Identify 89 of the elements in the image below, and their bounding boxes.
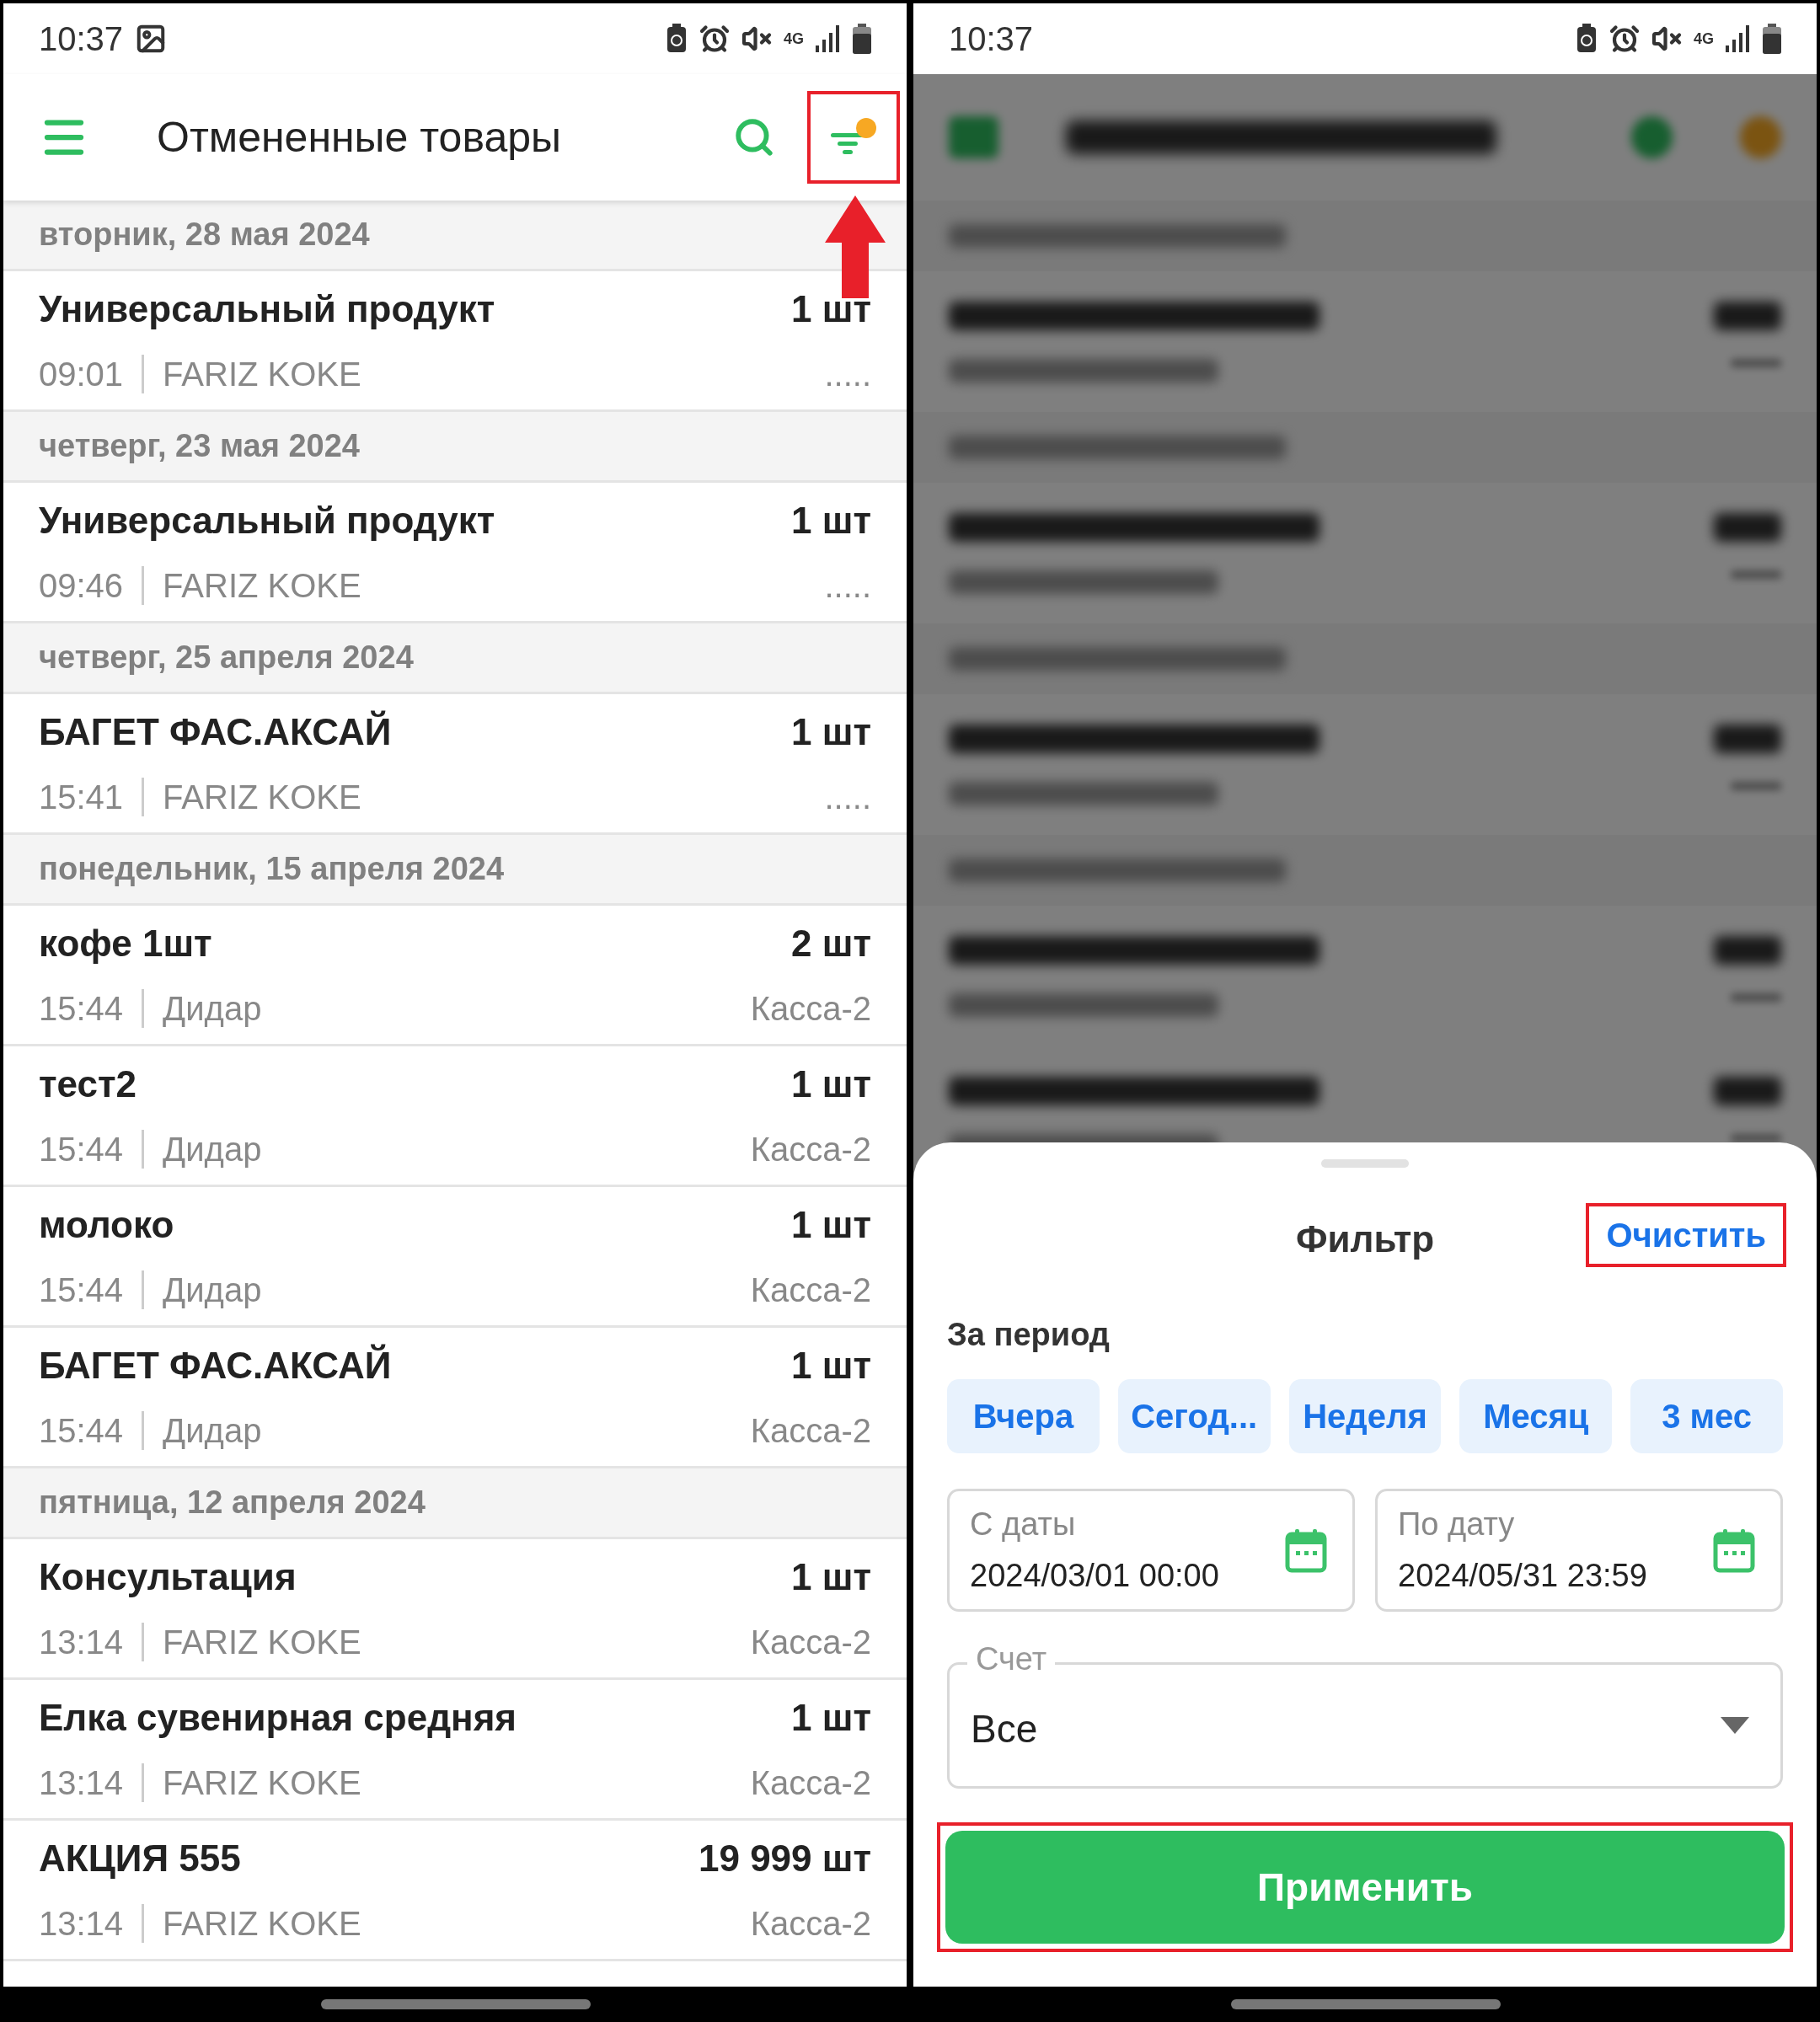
battery-icon <box>853 24 871 54</box>
field-value: 2024/05/31 23:59 <box>1398 1557 1648 1595</box>
calendar-icon <box>1285 1527 1327 1573</box>
product-name: Елка сувенирная средняя <box>39 1696 517 1740</box>
product-quantity: 1 шт <box>791 1344 871 1388</box>
cashier-name: Дидар <box>163 1130 262 1169</box>
product-quantity: 1 шт <box>791 1555 871 1599</box>
product-quantity: 1 шт <box>791 1203 871 1247</box>
cancel-time: 15:44 <box>39 1130 124 1169</box>
product-name: Универсальный продукт <box>39 287 495 331</box>
cashier-name: FARIZ KOKE <box>163 355 361 394</box>
cancel-time: 15:44 <box>39 989 124 1029</box>
date-header: пятница, 12 апреля 2024 <box>3 1468 907 1539</box>
period-chip[interactable]: Неделя <box>1288 1379 1442 1453</box>
field-value: 2024/03/01 00:00 <box>970 1557 1220 1595</box>
cashier-name: FARIZ KOKE <box>163 1623 361 1662</box>
product-name: тест2 <box>39 1062 136 1106</box>
signal-icon <box>816 25 841 52</box>
cancel-time: 15:44 <box>39 1270 124 1310</box>
calendar-icon <box>1713 1527 1755 1573</box>
product-quantity: 1 шт <box>791 1696 871 1740</box>
product-quantity: 1 шт <box>791 287 871 331</box>
battery-saver-icon <box>1576 24 1598 54</box>
cashier-name: FARIZ KOKE <box>163 778 361 817</box>
product-quantity: 1 шт <box>791 1062 871 1106</box>
product-name: БАГЕТ ФАС.АКСАЙ <box>39 709 392 754</box>
register-name: Касса-2 <box>750 1904 871 1944</box>
alarm-icon <box>699 24 730 54</box>
period-chip[interactable]: 3 мес <box>1630 1379 1783 1453</box>
network-type: 4G <box>784 31 804 46</box>
register-name: Касса-2 <box>750 1130 871 1169</box>
cancel-time: 15:41 <box>39 778 124 817</box>
dropdown-caret-icon <box>1721 1717 1749 1734</box>
cashier-name: FARIZ KOKE <box>163 566 361 606</box>
cancel-time: 13:14 <box>39 1623 124 1662</box>
status-time: 10:37 <box>39 19 124 59</box>
register-name: ..... <box>824 566 871 606</box>
product-name: Консультация <box>39 1555 297 1599</box>
product-quantity: 19 999 шт <box>698 1837 871 1880</box>
field-label: С даты <box>970 1506 1077 1543</box>
battery-icon <box>1763 24 1781 54</box>
register-name: ..... <box>824 355 871 394</box>
clear-button[interactable]: Очистить <box>1606 1210 1766 1260</box>
cashier-name: FARIZ KOKE <box>163 1904 361 1944</box>
register-name: Касса-2 <box>750 989 871 1029</box>
product-name: молоко <box>39 1203 174 1247</box>
product-name: Универсальный продукт <box>39 499 495 543</box>
period-chip[interactable]: Вчера <box>947 1379 1100 1453</box>
status-time: 10:37 <box>949 19 1034 59</box>
register-name: Касса-2 <box>750 1411 871 1451</box>
signal-icon <box>1726 25 1751 52</box>
product-quantity: 1 шт <box>791 499 871 543</box>
field-label: По дату <box>1398 1506 1516 1543</box>
network-type: 4G <box>1694 31 1714 46</box>
register-name: Касса-2 <box>750 1270 871 1310</box>
register-name: Касса-2 <box>750 1763 871 1803</box>
cancel-time: 09:01 <box>39 355 124 394</box>
cancel-time: 09:46 <box>39 566 124 606</box>
date-header: четверг, 25 апреля 2024 <box>3 623 907 694</box>
date-header: понедельник, 15 апреля 2024 <box>3 835 907 906</box>
product-name: АКЦИЯ 555 <box>39 1837 241 1880</box>
period-chip[interactable]: Сегод... <box>1117 1379 1271 1453</box>
date-header: четверг, 23 мая 2024 <box>3 412 907 483</box>
screen-title: Отмененные товары <box>157 112 561 163</box>
section-label: За период <box>947 1316 1111 1354</box>
arrow-icon <box>825 195 886 298</box>
cashier-name: Дидар <box>163 989 262 1029</box>
cashier-name: Дидар <box>163 1411 262 1451</box>
date-field[interactable]: По дату 2024/05/31 23:59 <box>1375 1489 1783 1612</box>
product-name: БАГЕТ ФАС.АКСАЙ <box>39 1343 392 1388</box>
cancel-time: 13:14 <box>39 1904 124 1944</box>
drag-handle[interactable] <box>1321 1159 1409 1168</box>
cashier-name: FARIZ KOKE <box>163 1763 361 1803</box>
product-quantity: 1 шт <box>791 710 871 754</box>
register-name: ..... <box>824 778 871 817</box>
select-value: Все <box>971 1705 1039 1752</box>
search-icon <box>733 116 775 158</box>
cancel-time: 13:14 <box>39 1763 124 1803</box>
cashier-name: Дидар <box>163 1270 262 1310</box>
battery-saver-icon <box>666 24 688 54</box>
register-name: Касса-2 <box>750 1623 871 1662</box>
product-name: кофе 1шт <box>39 922 212 966</box>
date-field[interactable]: С даты 2024/03/01 00:00 <box>947 1489 1355 1612</box>
date-header: вторник, 28 мая 2024 <box>3 201 907 271</box>
period-chip[interactable]: Месяц <box>1459 1379 1613 1453</box>
product-quantity: 2 шт <box>791 922 871 966</box>
cancel-time: 15:44 <box>39 1411 124 1451</box>
sheet-title: Фильтр <box>1295 1217 1435 1261</box>
alarm-icon <box>1609 24 1640 54</box>
